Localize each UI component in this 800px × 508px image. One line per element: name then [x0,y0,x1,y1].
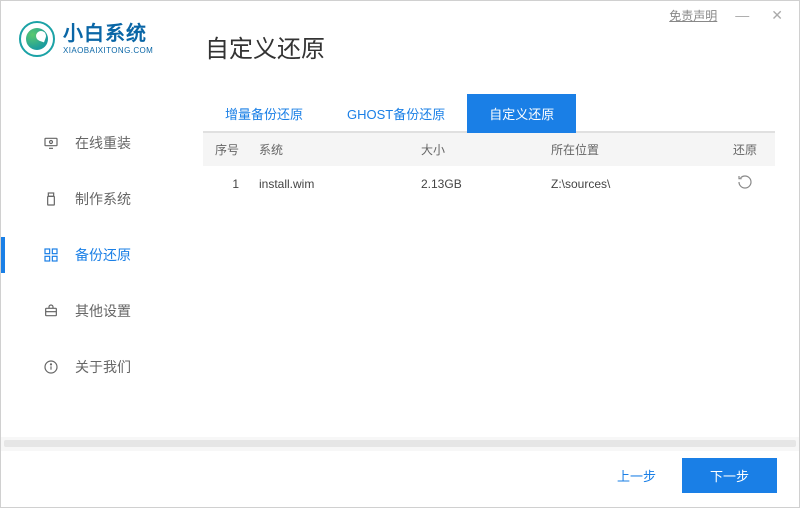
minimize-icon[interactable]: — [731,5,753,25]
sidebar-item-label: 备份还原 [75,245,131,265]
table-row[interactable]: 1 install.wim 2.13GB Z:\sources\ [203,166,775,201]
col-header-size: 大小 [415,133,545,166]
main-content: 自定义还原 增量备份还原 GHOST备份还原 自定义还原 序号 系统 大小 所在… [191,1,799,507]
sidebar-item-label: 关于我们 [75,357,131,377]
cell-index: 1 [203,169,253,199]
close-icon[interactable]: ✕ [767,5,787,26]
col-header-location: 所在位置 [545,133,715,166]
sidebar-item-label: 其他设置 [75,301,131,321]
logo-icon [19,21,55,57]
tab-custom-restore[interactable]: 自定义还原 [467,94,576,133]
sidebar-item-online-reinstall[interactable]: 在线重装 [1,115,191,171]
grid-icon [43,247,59,263]
sidebar-item-label: 制作系统 [75,189,131,209]
table-header: 序号 系统 大小 所在位置 还原 [203,133,775,166]
cell-size: 2.13GB [415,169,545,199]
sidebar-item-other-settings[interactable]: 其他设置 [1,283,191,339]
restore-icon[interactable] [737,179,753,193]
col-header-restore: 还原 [715,133,775,166]
logo: 小白系统 XIAOBAIXITONG.COM [1,1,191,85]
brand-subtitle: XIAOBAIXITONG.COM [63,46,153,55]
previous-button[interactable]: 上一步 [617,466,656,485]
tab-bar: 增量备份还原 GHOST备份还原 自定义还原 [203,94,775,133]
tab-incremental-backup-restore[interactable]: 增量备份还原 [203,94,325,133]
restore-table: 序号 系统 大小 所在位置 还原 1 install.wim 2.13GB Z:… [203,133,775,201]
monitor-icon [43,135,59,151]
brand-title: 小白系统 [63,24,153,44]
horizontal-scrollbar[interactable] [1,437,799,451]
toolbox-icon [43,303,59,319]
sidebar-item-make-system[interactable]: 制作系统 [1,171,191,227]
cell-system: install.wim [253,169,415,199]
page-title: 自定义还原 [203,29,775,64]
usb-icon [43,191,59,207]
cell-location: Z:\sources\ [545,169,715,199]
sidebar-item-label: 在线重装 [75,133,131,153]
tab-ghost-backup-restore[interactable]: GHOST备份还原 [325,94,467,133]
col-header-index: 序号 [203,133,253,166]
sidebar-item-about[interactable]: 关于我们 [1,339,191,395]
col-header-system: 系统 [253,133,415,166]
next-button[interactable]: 下一步 [682,458,777,493]
sidebar: 小白系统 XIAOBAIXITONG.COM 在线重装 制作系统 备份还原 [1,1,191,507]
info-icon [43,359,59,375]
disclaimer-link[interactable]: 免责声明 [669,7,717,24]
sidebar-item-backup-restore[interactable]: 备份还原 [1,227,191,283]
